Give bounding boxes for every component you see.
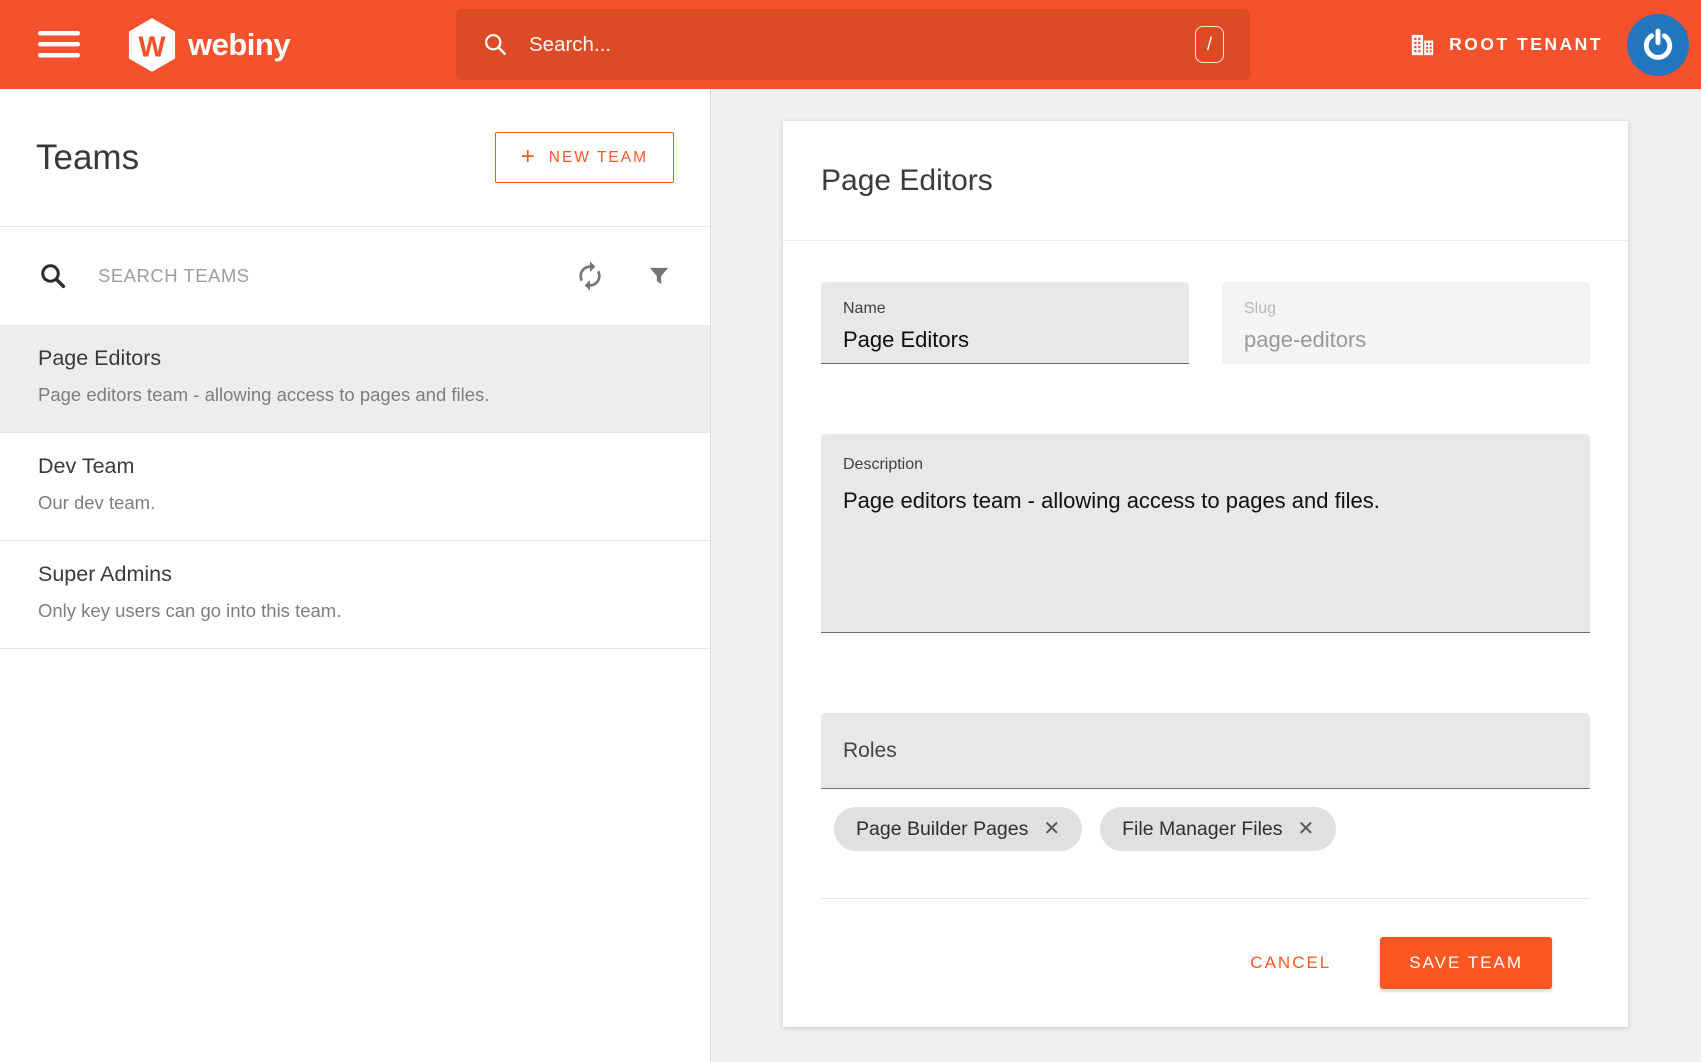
team-form-card: Page Editors Name Slug Description Page …	[783, 121, 1628, 1027]
page-title: Teams	[36, 138, 139, 178]
teams-panel-header: Teams + NEW TEAM	[0, 89, 710, 227]
logo-hexagon-icon: W	[128, 18, 176, 72]
teams-search-input[interactable]	[98, 265, 574, 287]
search-icon	[38, 261, 68, 291]
team-list: Page Editors Page editors team - allowin…	[0, 325, 710, 649]
svg-text:W: W	[138, 32, 166, 64]
team-list-item[interactable]: Super Admins Only key users can go into …	[0, 541, 710, 649]
team-description: Only key users can go into this team.	[38, 598, 672, 623]
save-team-button[interactable]: SAVE TEAM	[1380, 937, 1552, 989]
form-footer: CANCEL SAVE TEAM	[821, 898, 1590, 1027]
form-body: Name Slug Description Page editors team …	[783, 282, 1628, 1027]
teams-search-bar	[0, 227, 710, 325]
new-team-button-label: NEW TEAM	[549, 149, 648, 167]
webiny-logo[interactable]: W webiny	[128, 18, 290, 72]
search-input[interactable]	[529, 33, 1195, 57]
team-description: Our dev team.	[38, 490, 672, 515]
team-list-item[interactable]: Page Editors Page editors team - allowin…	[0, 325, 710, 433]
description-label: Description	[843, 454, 1568, 475]
global-search[interactable]: /	[456, 9, 1250, 80]
power-icon	[1639, 25, 1677, 65]
topbar-right: ROOT TENANT	[1409, 0, 1689, 89]
slug-input	[1244, 325, 1568, 354]
role-chip-label: File Manager Files	[1122, 818, 1282, 841]
roles-field[interactable]: Roles	[821, 713, 1590, 789]
slash-shortcut-badge: /	[1195, 26, 1224, 63]
slug-field: Slug	[1222, 282, 1590, 364]
hamburger-menu-icon[interactable]	[38, 31, 80, 58]
chip-close-icon[interactable]: ✕	[1298, 819, 1315, 839]
team-name: Super Admins	[38, 560, 672, 589]
name-field[interactable]: Name	[821, 282, 1189, 364]
cancel-button[interactable]: CANCEL	[1246, 943, 1335, 983]
new-team-button[interactable]: + NEW TEAM	[495, 132, 674, 183]
filter-icon[interactable]	[646, 263, 672, 289]
chip-close-icon[interactable]: ✕	[1043, 819, 1060, 839]
form-title: Page Editors	[821, 164, 993, 198]
building-icon	[1409, 31, 1436, 58]
tenant-selector[interactable]: ROOT TENANT	[1409, 31, 1603, 58]
name-label: Name	[843, 298, 1167, 319]
role-chip: File Manager Files ✕	[1100, 807, 1336, 851]
description-textarea[interactable]: Page editors team - allowing access to p…	[843, 486, 1568, 626]
roles-label: Roles	[843, 739, 897, 763]
search-icon	[482, 31, 509, 58]
plus-icon: +	[521, 143, 537, 171]
name-input[interactable]	[843, 325, 1167, 354]
slug-label: Slug	[1244, 298, 1568, 319]
teams-panel: Teams + NEW TEAM	[0, 89, 711, 1062]
topbar: W webiny /	[0, 0, 1701, 89]
team-name: Dev Team	[38, 452, 672, 481]
role-chip-label: Page Builder Pages	[856, 818, 1028, 841]
team-list-item[interactable]: Dev Team Our dev team.	[0, 433, 710, 541]
user-avatar[interactable]	[1627, 14, 1689, 76]
description-field[interactable]: Description Page editors team - allowing…	[821, 434, 1590, 633]
team-name: Page Editors	[38, 344, 672, 373]
role-chip: Page Builder Pages ✕	[834, 807, 1082, 851]
role-chips: Page Builder Pages ✕ File Manager Files …	[821, 807, 1590, 851]
team-description: Page editors team - allowing access to p…	[38, 382, 672, 407]
refresh-icon[interactable]	[574, 260, 606, 292]
tenant-label: ROOT TENANT	[1449, 34, 1603, 55]
logo-wordmark: webiny	[188, 27, 290, 63]
form-header: Page Editors	[783, 121, 1628, 241]
